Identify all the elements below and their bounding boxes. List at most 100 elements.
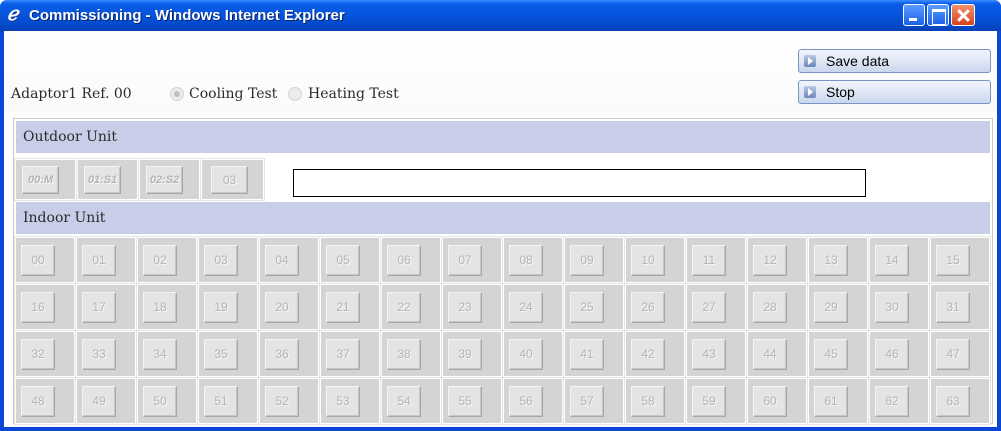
indoor-unit-button[interactable]: 62 <box>875 386 909 417</box>
indoor-unit-button[interactable]: 41 <box>570 339 604 370</box>
indoor-unit-button[interactable]: 49 <box>82 386 116 417</box>
ie-window: ℯ Commissioning - Windows Internet Explo… <box>0 0 1001 431</box>
units-panel: Outdoor Unit 00:M 01:S1 02:S2 03 Indoor … <box>13 118 993 425</box>
indoor-unit-button[interactable]: 56 <box>509 386 543 417</box>
indoor-unit-button[interactable]: 06 <box>387 245 421 276</box>
indoor-unit-cell: 00 <box>14 236 76 284</box>
heating-test-radio[interactable] <box>288 87 302 101</box>
indoor-unit-button[interactable]: 59 <box>692 386 726 417</box>
indoor-unit-cell: 09 <box>563 236 625 284</box>
maximize-button[interactable] <box>927 4 949 26</box>
indoor-unit-button[interactable]: 38 <box>387 339 421 370</box>
outdoor-status-field[interactable] <box>293 169 866 197</box>
indoor-unit-cell: 10 <box>624 236 686 284</box>
indoor-unit-button[interactable]: 21 <box>326 292 360 323</box>
indoor-unit-cell: 27 <box>685 283 747 331</box>
cooling-test-label: Cooling Test <box>189 86 278 102</box>
indoor-unit-button[interactable]: 13 <box>814 245 848 276</box>
indoor-unit-button[interactable]: 55 <box>448 386 482 417</box>
indoor-unit-button[interactable]: 34 <box>143 339 177 370</box>
indoor-unit-button[interactable]: 60 <box>753 386 787 417</box>
indoor-unit-button[interactable]: 23 <box>448 292 482 323</box>
outdoor-unit-button[interactable]: 02:S2 <box>146 166 183 194</box>
indoor-unit-button[interactable]: 04 <box>265 245 299 276</box>
indoor-unit-button[interactable]: 05 <box>326 245 360 276</box>
indoor-unit-button[interactable]: 39 <box>448 339 482 370</box>
indoor-unit-button[interactable]: 15 <box>936 245 970 276</box>
indoor-unit-button[interactable]: 58 <box>631 386 665 417</box>
outdoor-unit-button[interactable]: 00:M <box>22 166 59 194</box>
indoor-unit-button[interactable]: 53 <box>326 386 360 417</box>
title-bar[interactable]: ℯ Commissioning - Windows Internet Explo… <box>0 0 1001 31</box>
cooling-test-radio[interactable] <box>170 87 184 101</box>
indoor-unit-cell: 07 <box>441 236 503 284</box>
indoor-unit-button[interactable]: 36 <box>265 339 299 370</box>
indoor-unit-button[interactable]: 11 <box>692 245 726 276</box>
indoor-unit-button[interactable]: 03 <box>204 245 238 276</box>
indoor-unit-button[interactable]: 37 <box>326 339 360 370</box>
indoor-unit-button[interactable]: 44 <box>753 339 787 370</box>
outdoor-unit-cell: 01:S1 <box>76 158 139 201</box>
indoor-unit-button[interactable]: 33 <box>82 339 116 370</box>
indoor-unit-button[interactable]: 17 <box>82 292 116 323</box>
indoor-unit-button[interactable]: 31 <box>936 292 970 323</box>
indoor-unit-button[interactable]: 35 <box>204 339 238 370</box>
heating-test-label: Heating Test <box>308 86 399 102</box>
indoor-unit-button[interactable]: 22 <box>387 292 421 323</box>
indoor-unit-button[interactable]: 09 <box>570 245 604 276</box>
indoor-unit-cell: 40 <box>502 330 564 378</box>
indoor-unit-button[interactable]: 20 <box>265 292 299 323</box>
indoor-unit-button[interactable]: 29 <box>814 292 848 323</box>
indoor-unit-button[interactable]: 12 <box>753 245 787 276</box>
indoor-unit-button[interactable]: 00 <box>21 245 55 276</box>
indoor-unit-button[interactable]: 25 <box>570 292 604 323</box>
indoor-unit-button[interactable]: 08 <box>509 245 543 276</box>
indoor-unit-button[interactable]: 01 <box>82 245 116 276</box>
indoor-unit-button[interactable]: 48 <box>21 386 55 417</box>
indoor-unit-button[interactable]: 28 <box>753 292 787 323</box>
indoor-unit-button[interactable]: 43 <box>692 339 726 370</box>
outdoor-unit-button[interactable]: 01:S1 <box>84 166 121 194</box>
indoor-unit-button[interactable]: 50 <box>143 386 177 417</box>
indoor-unit-button[interactable]: 40 <box>509 339 543 370</box>
indoor-unit-button[interactable]: 54 <box>387 386 421 417</box>
indoor-unit-button[interactable]: 57 <box>570 386 604 417</box>
indoor-unit-button[interactable]: 07 <box>448 245 482 276</box>
stop-button[interactable]: Stop <box>798 80 991 104</box>
indoor-unit-button[interactable]: 16 <box>21 292 55 323</box>
indoor-unit-button[interactable]: 19 <box>204 292 238 323</box>
indoor-unit-cell: 42 <box>624 330 686 378</box>
indoor-unit-cell: 45 <box>807 330 869 378</box>
indoor-unit-button[interactable]: 10 <box>631 245 665 276</box>
indoor-unit-button[interactable]: 63 <box>936 386 970 417</box>
outdoor-unit-cell: 02:S2 <box>138 158 201 201</box>
indoor-unit-button[interactable]: 18 <box>143 292 177 323</box>
indoor-unit-button[interactable]: 02 <box>143 245 177 276</box>
indoor-unit-button[interactable]: 42 <box>631 339 665 370</box>
indoor-unit-button[interactable]: 26 <box>631 292 665 323</box>
indoor-unit-cell: 17 <box>75 283 137 331</box>
outdoor-unit-cell: 03 <box>200 158 265 201</box>
indoor-unit-button[interactable]: 14 <box>875 245 909 276</box>
indoor-unit-button[interactable]: 47 <box>936 339 970 370</box>
indoor-unit-button[interactable]: 24 <box>509 292 543 323</box>
indoor-unit-button[interactable]: 45 <box>814 339 848 370</box>
indoor-unit-button[interactable]: 27 <box>692 292 726 323</box>
window-title: Commissioning - Windows Internet Explore… <box>29 7 345 24</box>
indoor-unit-button[interactable]: 52 <box>265 386 299 417</box>
indoor-unit-button[interactable]: 30 <box>875 292 909 323</box>
minimize-button[interactable] <box>903 4 925 26</box>
indoor-unit-button[interactable]: 61 <box>814 386 848 417</box>
indoor-unit-button[interactable]: 46 <box>875 339 909 370</box>
close-button[interactable] <box>951 4 975 26</box>
indoor-unit-button[interactable]: 32 <box>21 339 55 370</box>
indoor-unit-cell: 36 <box>258 330 320 378</box>
internet-explorer-icon: ℯ <box>7 4 19 25</box>
save-data-button[interactable]: Save data <box>798 49 991 73</box>
indoor-unit-button[interactable]: 51 <box>204 386 238 417</box>
indoor-unit-cell: 54 <box>380 377 442 425</box>
indoor-unit-header: Indoor Unit <box>15 201 991 235</box>
outdoor-unit-button[interactable]: 03 <box>211 166 248 194</box>
indoor-unit-cell: 31 <box>929 283 991 331</box>
indoor-unit-cell: 37 <box>319 330 381 378</box>
